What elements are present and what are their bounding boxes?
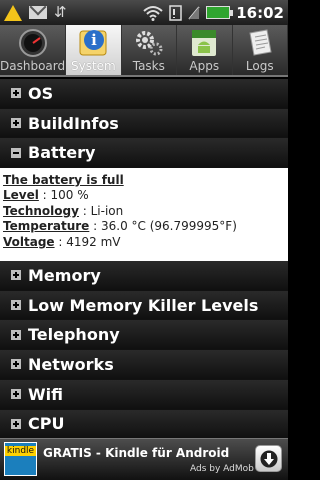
battery-technology: Technology : Li-ion xyxy=(3,203,124,218)
group-telephony[interactable]: Telephony xyxy=(0,320,288,351)
expand-icon xyxy=(11,118,21,129)
group-wifi[interactable]: Wifi xyxy=(0,379,288,410)
battery-status: The battery is full xyxy=(3,173,124,188)
battery-details: The battery is full Level : 100 % Techno… xyxy=(0,168,288,262)
mail-icon xyxy=(29,6,47,19)
tab-dashboard[interactable]: Dashboard xyxy=(0,25,67,75)
battery-temperature: Temperature : 36.0 °C (96.799995°F) xyxy=(3,219,237,234)
document-icon xyxy=(249,29,272,56)
group-low-memory-killer-levels[interactable]: Low Memory Killer Levels xyxy=(0,290,288,321)
download-icon xyxy=(260,450,277,467)
kindle-logo: kindle xyxy=(4,442,37,476)
battery-icon xyxy=(206,6,234,19)
expand-icon xyxy=(11,329,21,340)
ad-banner[interactable]: kindle GRATIS - Kindle für Android Ads b… xyxy=(0,438,288,480)
system-info-list: OS BuildInfos Battery The battery is ful… xyxy=(0,79,288,440)
signal-icon xyxy=(188,6,200,19)
group-buildinfos[interactable]: BuildInfos xyxy=(0,108,288,139)
battery-voltage: Voltage : 4192 mV xyxy=(3,234,121,249)
tab-apps[interactable]: Apps xyxy=(177,25,233,75)
group-cpu[interactable]: CPU xyxy=(0,409,288,440)
gears-icon xyxy=(135,31,163,56)
gauge-icon xyxy=(18,29,47,57)
expand-icon xyxy=(11,418,21,429)
system-icons: 16:02 xyxy=(143,4,284,22)
expand-icon xyxy=(11,300,21,311)
group-networks[interactable]: Networks xyxy=(0,350,288,380)
group-memory[interactable]: Memory xyxy=(0,261,288,291)
wifi-icon xyxy=(143,5,163,21)
info-icon: i xyxy=(79,30,107,56)
ad-title: GRATIS - Kindle für Android xyxy=(43,446,230,460)
tab-logs[interactable]: Logs xyxy=(233,25,288,75)
expand-icon xyxy=(11,88,21,99)
group-os[interactable]: OS xyxy=(0,79,288,109)
tab-tasks[interactable]: Tasks xyxy=(122,25,178,75)
sd-card-icon xyxy=(169,4,182,21)
download-button[interactable] xyxy=(255,445,282,472)
expand-icon xyxy=(11,270,21,281)
svg-text:i: i xyxy=(91,31,97,49)
warning-icon xyxy=(4,4,22,21)
group-battery[interactable]: Battery xyxy=(0,138,288,169)
tab-system[interactable]: i System xyxy=(66,25,122,75)
android-icon xyxy=(192,30,217,56)
collapse-icon xyxy=(11,147,21,158)
expand-icon xyxy=(11,389,21,400)
battery-level: Level : 100 % xyxy=(3,188,89,203)
usb-icon: ⇵ xyxy=(54,3,67,21)
ad-attribution: Ads by AdMob xyxy=(190,464,254,474)
tab-bar: Dashboard i System Tasks Apps Logs xyxy=(0,25,288,77)
clock: 16:02 xyxy=(236,3,284,22)
expand-icon xyxy=(11,359,21,370)
status-bar: ⇵ 16:02 xyxy=(0,0,288,25)
notification-icons: ⇵ xyxy=(4,3,67,21)
